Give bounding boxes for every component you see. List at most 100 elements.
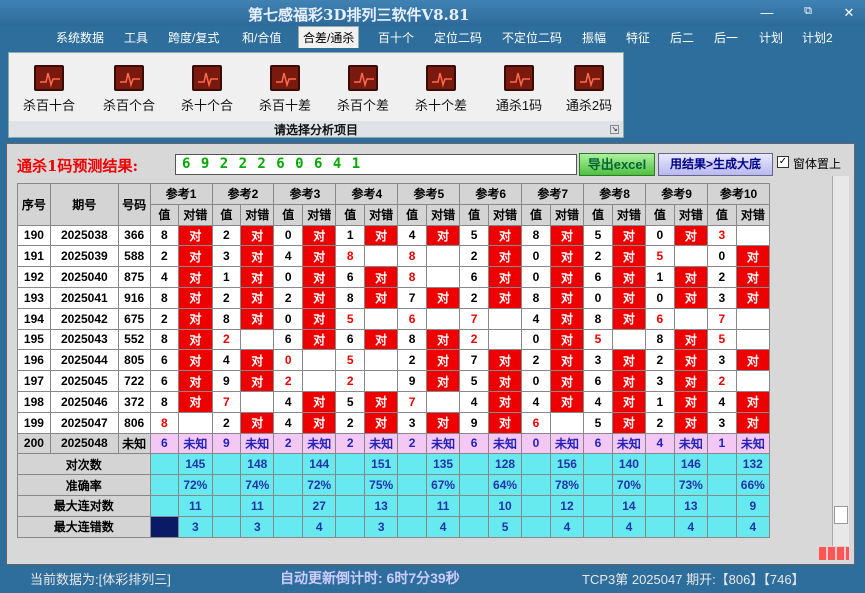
- ribbon-button-2[interactable]: 杀十个合: [175, 65, 239, 114]
- th-ref-3[interactable]: 参考3: [273, 183, 337, 205]
- stats-value: 148: [240, 453, 275, 476]
- ribbon-button-4[interactable]: 杀百个差: [331, 65, 395, 114]
- cell-value: 1: [645, 266, 675, 288]
- progress-indicator: [819, 547, 849, 560]
- scroll-thumb[interactable]: [834, 506, 848, 524]
- ribbon-button-5[interactable]: 杀十个差: [409, 65, 473, 114]
- ribbon-button-label: 通杀1码: [495, 98, 543, 113]
- ribbon-button-1[interactable]: 杀百个合: [97, 65, 161, 114]
- th-ref-4[interactable]: 参考4: [335, 183, 399, 205]
- cell-right: [240, 349, 275, 372]
- table-row[interactable]: 19020250383668201458503: [17, 224, 771, 247]
- ribbon-button-6[interactable]: 通杀1码: [487, 65, 551, 114]
- stats-value: 151: [364, 453, 399, 476]
- generate-base-button[interactable]: 用结果>生成大底: [658, 153, 773, 176]
- stats-spacer: [397, 453, 427, 476]
- stats-spacer: [397, 515, 427, 538]
- menu-item-9[interactable]: 特征: [626, 29, 650, 46]
- stats-value: 140: [611, 453, 647, 476]
- stats-spacer: [707, 453, 737, 476]
- cell-value: 7: [397, 286, 427, 309]
- th-ref-7[interactable]: 参考7: [521, 183, 585, 205]
- table-row[interactable]: 19220250408754106860612: [17, 266, 771, 288]
- menu-item-12[interactable]: 计划: [759, 29, 783, 46]
- menu-item-3[interactable]: 和/合值: [242, 29, 281, 46]
- table-row[interactable]: 19920250478068 2 4 2 3 9 6 5 2 3: [17, 411, 771, 434]
- cell-code: 366: [117, 224, 151, 247]
- stats-value: 13: [673, 494, 709, 517]
- stats-spacer: [335, 494, 366, 517]
- prediction-row[interactable]: 200 2025048 未知 6 未知 9 未知 2 未知 2 未知 2 未知 6 未知 0 未知 6 未知 4 未知 1…: [17, 432, 771, 455]
- th-ref-10[interactable]: 参考10: [707, 183, 770, 205]
- ribbon-button-3[interactable]: 杀百十差: [253, 65, 317, 114]
- menu-item-10[interactable]: 后二: [670, 29, 694, 46]
- th-right-wrong: 对错: [302, 203, 337, 226]
- ontop-checkbox[interactable]: ✓: [777, 156, 789, 168]
- table-row[interactable]: 19720250457226922950632: [17, 370, 771, 392]
- cell-value: 5: [583, 224, 613, 247]
- cell-wrong: [735, 370, 771, 392]
- table-row[interactable]: 19620250448056 4 0 5 2 7 2 3 2 3: [17, 349, 771, 372]
- table-row[interactable]: 19120250395882348820250: [17, 245, 771, 268]
- cell-right: [487, 349, 523, 372]
- menu-item-1[interactable]: 工具: [124, 29, 148, 46]
- cell-wrong: [425, 307, 461, 330]
- chart-analysis-icon: [192, 65, 222, 91]
- menu-item-4[interactable]: 合差/通杀: [298, 26, 360, 48]
- stats-value: 11: [240, 494, 275, 517]
- export-excel-button[interactable]: 导出excel: [579, 153, 655, 176]
- ribbon-button-0[interactable]: 杀百十合: [17, 65, 81, 114]
- cell-value: 2: [707, 266, 737, 288]
- cell-right: [549, 245, 585, 268]
- cell-value: 2: [211, 328, 242, 351]
- table-row[interactable]: 19420250426752 8 0 5 6 7 4 8 6 7: [17, 307, 771, 330]
- cell-wrong: [549, 411, 585, 434]
- cell-right: [611, 307, 647, 330]
- cell-period: 2025044: [49, 349, 119, 372]
- cell-right: [302, 224, 337, 247]
- prediction-result-field[interactable]: 6 9 2 2 2 6 0 6 4 1: [175, 154, 577, 175]
- cell-wrong: [673, 307, 709, 330]
- cell-right: [425, 328, 461, 351]
- cell-value: 0: [521, 328, 551, 351]
- vertical-scrollbar[interactable]: [832, 176, 849, 546]
- cell-right: [673, 411, 709, 434]
- menu-item-13[interactable]: 计划2: [802, 29, 833, 46]
- table-row[interactable]: 19820250463728 7 4 5 7 4 4 4 1 4: [17, 390, 771, 413]
- menu-item-5[interactable]: 百十个: [378, 29, 414, 46]
- table-row[interactable]: 19320250419168228728003: [17, 286, 771, 309]
- th-ref-1[interactable]: 参考1: [149, 183, 213, 205]
- th-ref-6[interactable]: 参考6: [459, 183, 523, 205]
- th-ref-9[interactable]: 参考9: [645, 183, 708, 205]
- stats-spacer: [149, 515, 180, 538]
- cell-right: [364, 224, 399, 247]
- menu-item-8[interactable]: 振幅: [582, 29, 606, 46]
- th-right-wrong: 对错: [364, 203, 399, 226]
- cell-right: [735, 349, 771, 372]
- menu-item-0[interactable]: 系统数据: [56, 29, 104, 46]
- ribbon-button-7[interactable]: 通杀2码: [557, 65, 621, 114]
- restore-icon[interactable]: ⧉: [797, 5, 819, 18]
- table-row[interactable]: 19520250435528266820585: [17, 328, 771, 351]
- menu-item-6[interactable]: 定位二码: [434, 29, 482, 46]
- th-ref-5[interactable]: 参考5: [397, 183, 461, 205]
- menu-item-11[interactable]: 后一: [714, 29, 738, 46]
- cell-right: [364, 411, 399, 434]
- close-icon[interactable]: ✕: [838, 5, 860, 21]
- stats-spacer: [335, 474, 366, 496]
- cell-status: 未知: [240, 432, 275, 455]
- menu-item-7[interactable]: 不定位二码: [502, 29, 562, 46]
- th-right-wrong: 对错: [487, 203, 523, 226]
- cell-right: [240, 266, 275, 288]
- dialog-launcher-icon[interactable]: ↘: [610, 125, 619, 134]
- cell-wrong: [611, 328, 647, 351]
- cell-right: [240, 370, 275, 392]
- th-ref-2[interactable]: 参考2: [211, 183, 275, 205]
- th-ref-8[interactable]: 参考8: [583, 183, 647, 205]
- cell-value: 2: [397, 349, 427, 372]
- cell-status: 未知: [611, 432, 647, 455]
- cell-right: [735, 245, 771, 268]
- cell-period: 2025039: [49, 245, 119, 268]
- minimize-icon[interactable]: —: [756, 5, 778, 20]
- menu-item-2[interactable]: 跨度/复式: [168, 29, 219, 46]
